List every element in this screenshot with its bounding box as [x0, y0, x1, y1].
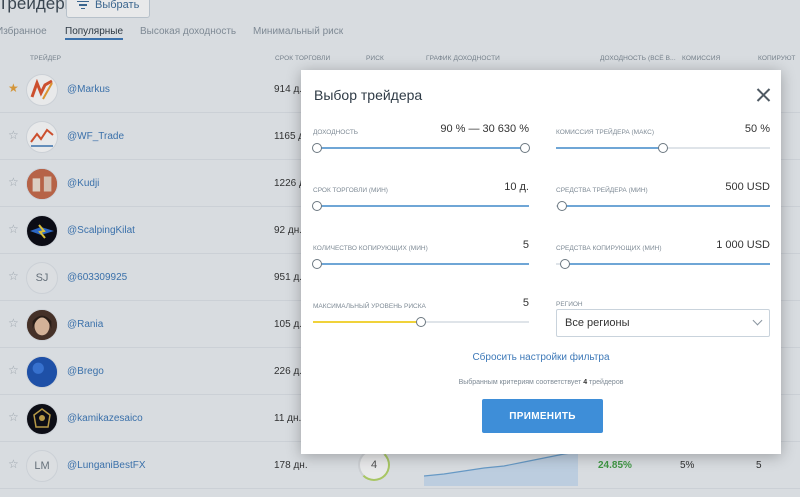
slider-fill	[560, 205, 770, 207]
trader-filter-dialog: Выбор трейдера ДОХОДНОСТЬ 90 % — 30 630 …	[301, 70, 781, 454]
slider-fill	[317, 205, 529, 207]
copiers-slider[interactable]	[312, 259, 529, 269]
slider-handle[interactable]	[416, 317, 426, 327]
filter-value: 90 % — 30 630 %	[440, 123, 529, 135]
match-prefix: Выбранным критериям соответствует	[458, 379, 582, 386]
slider-fill	[313, 147, 529, 149]
risk-filter: МАКСИМАЛЬНЫЙ УРОВЕНЬ РИСКА 5	[313, 297, 529, 337]
period-slider[interactable]	[312, 201, 529, 211]
period-filter: СРОК ТОРГОВЛИ (МИН) 10 д.	[312, 181, 529, 221]
filter-label: СРЕДСТВА ТРЕЙДЕРА (МИН)	[556, 187, 648, 194]
slider-handle[interactable]	[312, 259, 323, 269]
yield-slider[interactable]	[312, 143, 530, 153]
filter-value: 500 USD	[725, 181, 770, 193]
filter-value: 10 д.	[504, 181, 529, 193]
copier-funds-filter: СРЕДСТВА КОПИРУЮЩИХ (МИН) 1 000 USD	[556, 239, 770, 279]
slider-handle[interactable]	[658, 143, 668, 153]
trader-funds-filter: СРЕДСТВА ТРЕЙДЕРА (МИН) 500 USD	[556, 181, 770, 221]
close-icon[interactable]	[753, 84, 775, 106]
filter-label: СРОК ТОРГОВЛИ (МИН)	[313, 187, 388, 194]
slider-handle[interactable]	[559, 259, 570, 269]
match-suffix: трейдеров	[589, 379, 624, 386]
slider-fill	[562, 263, 770, 265]
slider-handle[interactable]	[312, 201, 323, 211]
commission-filter: КОМИССИЯ ТРЕЙДЕРА (МАКС) 50 %	[556, 123, 770, 163]
filter-label: СРЕДСТВА КОПИРУЮЩИХ (МИН)	[556, 245, 662, 252]
trader-funds-slider[interactable]	[556, 201, 770, 211]
slider-fill	[317, 263, 529, 265]
match-count: 4	[583, 379, 588, 386]
dialog-title: Выбор трейдера	[314, 87, 423, 103]
slider-handle-high[interactable]	[519, 143, 530, 153]
yield-filter: ДОХОДНОСТЬ 90 % — 30 630 %	[312, 123, 530, 163]
filter-value: 50 %	[744, 123, 770, 135]
slider-fill	[556, 147, 663, 149]
filter-label: КОМИССИЯ ТРЕЙДЕРА (МАКС)	[556, 129, 654, 136]
region-select[interactable]: Все регионы	[556, 309, 770, 337]
apply-button[interactable]: ПРИМЕНИТЬ	[482, 399, 603, 433]
filter-value: 1 000 USD	[716, 239, 770, 251]
commission-slider[interactable]	[556, 143, 770, 153]
filter-label: МАКСИМАЛЬНЫЙ УРОВЕНЬ РИСКА	[313, 303, 426, 310]
filter-value: 5	[522, 239, 529, 251]
slider-handle[interactable]	[557, 201, 568, 211]
filter-label: ДОХОДНОСТЬ	[313, 129, 359, 136]
chevron-down-icon	[752, 315, 763, 326]
slider-fill	[313, 321, 421, 323]
reset-filters-link[interactable]: Сбросить настройки фильтра	[301, 352, 781, 363]
risk-slider[interactable]	[313, 317, 529, 327]
slider-handle-low[interactable]	[312, 143, 323, 153]
copiers-filter: КОЛИЧЕСТВО КОПИРУЮЩИХ (МИН) 5	[312, 239, 529, 279]
region-label: РЕГИОН	[556, 301, 583, 308]
region-value: Все регионы	[565, 317, 630, 329]
filter-value: 5	[522, 297, 529, 309]
copier-funds-slider[interactable]	[556, 259, 770, 269]
filter-label: КОЛИЧЕСТВО КОПИРУЮЩИХ (МИН)	[313, 245, 428, 252]
match-summary: Выбранным критериям соответствует 4 трей…	[301, 379, 781, 386]
